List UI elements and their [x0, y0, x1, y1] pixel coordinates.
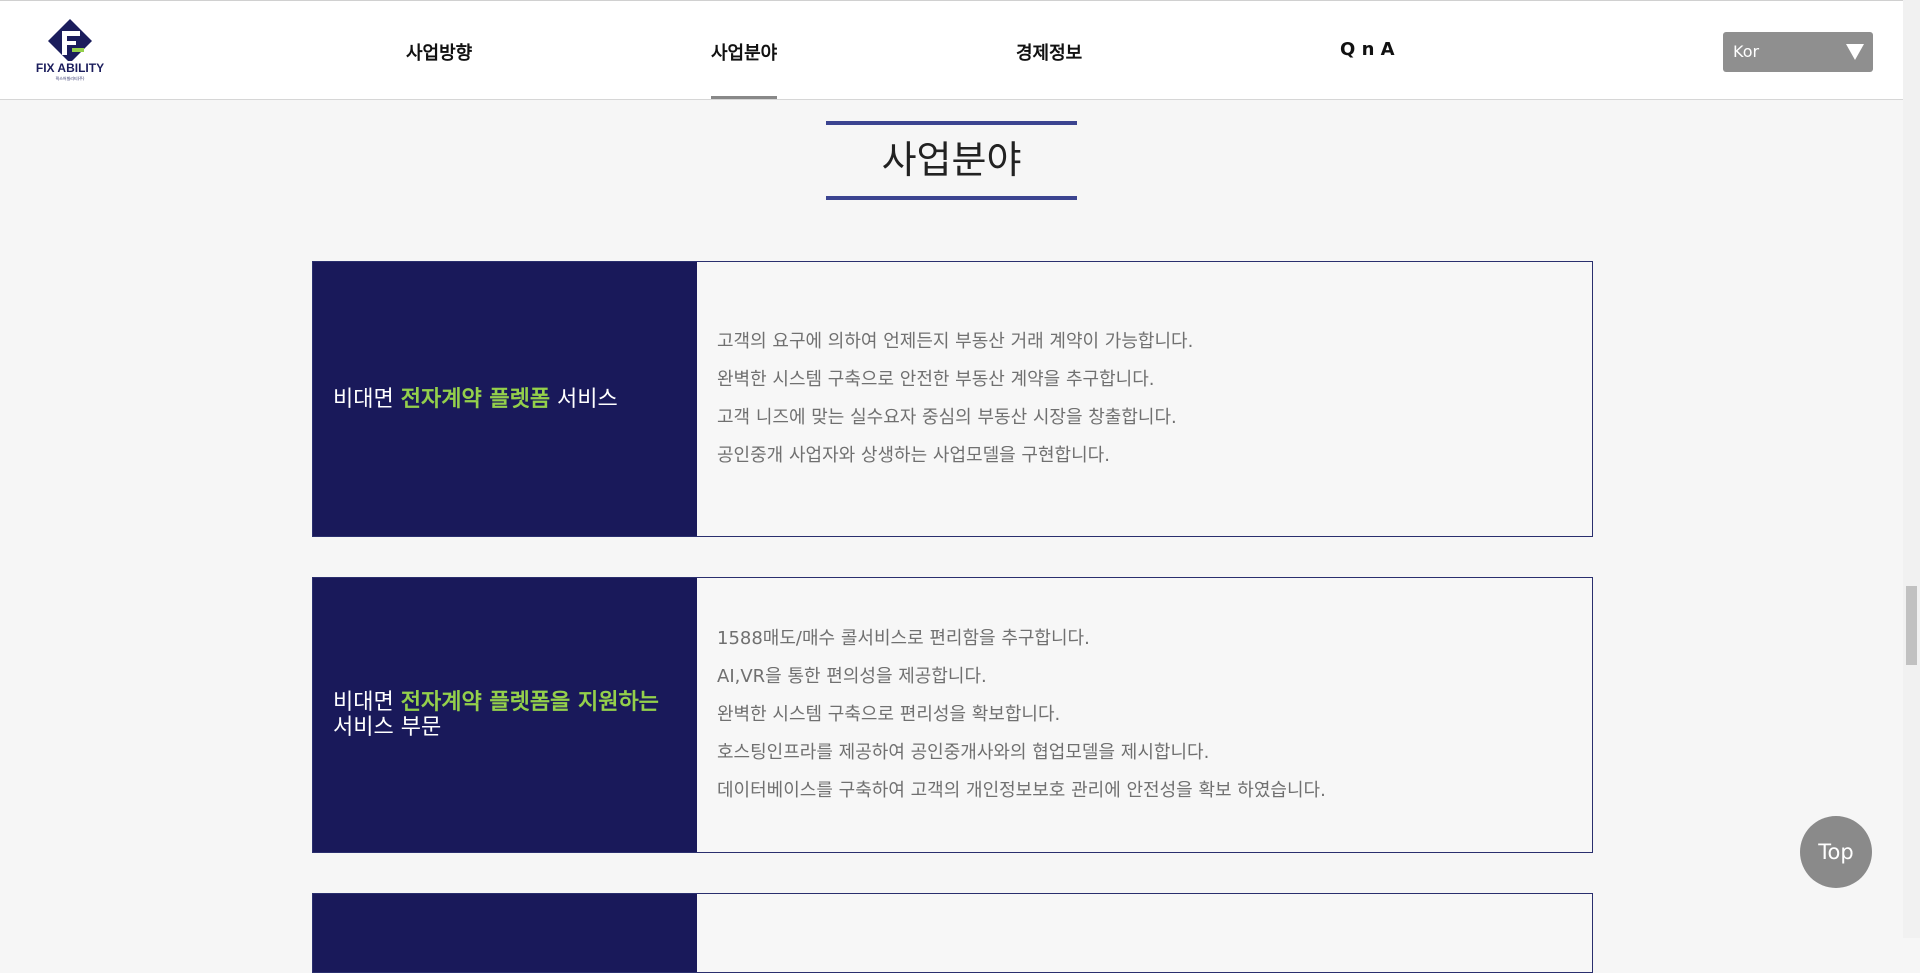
- card-line: 완벽한 시스템 구축으로 편리성을 확보합니다.: [717, 704, 1061, 725]
- card-line: AI,VR을 통한 편의성을 제공합니다.: [717, 666, 987, 687]
- card-heading-post: 서비스: [550, 386, 618, 412]
- card-heading-panel: 비대면 전자계약 플렛폼을 지원하는 서비스 부문: [313, 578, 697, 852]
- scrollbar-thumb[interactable]: [1906, 586, 1917, 665]
- service-card: 비대면 전자계약 플렛폼 서비스 고객의 요구에 의하여 언제든지 부동산 거래…: [312, 261, 1593, 537]
- page-scrollbar[interactable]: [1903, 0, 1920, 938]
- scroll-top-button[interactable]: Top: [1800, 816, 1872, 888]
- card-line: 공인중개 사업자와 상생하는 사업모델을 구현합니다.: [717, 445, 1110, 466]
- service-card: 비대면 전자계약 플렛폼을 지원하는 서비스 부문 1588매도/매수 콜서비스…: [312, 577, 1593, 853]
- card-line: 고객의 요구에 의하여 언제든지 부동산 거래 계약이 가능합니다.: [717, 331, 1194, 352]
- card-description: 1588매도/매수 콜서비스로 편리함을 추구합니다. AI,VR을 통한 편의…: [697, 578, 1592, 852]
- card-line: 1588매도/매수 콜서비스로 편리함을 추구합니다.: [717, 628, 1090, 649]
- service-card-partial: [312, 893, 1593, 973]
- card-heading: 비대면 전자계약 플렛폼을 지원하는 서비스 부문: [333, 690, 677, 740]
- card-heading-post: 서비스 부문: [333, 715, 442, 740]
- site-header: FIX ABILITY 픽스어빌리티(주) 사업방향 사업분야 경제정보 Q n…: [0, 0, 1903, 100]
- nav-item-business-fields[interactable]: 사업분야: [711, 39, 778, 99]
- section-title-frame: 사업분야: [826, 121, 1077, 200]
- language-select[interactable]: Kor: [1723, 32, 1873, 72]
- card-heading-panel: [313, 894, 697, 972]
- card-heading-highlight: 전자계약 플렛폼을 지원하는: [400, 690, 659, 715]
- nav-item-qna[interactable]: Q n A: [1340, 39, 1395, 60]
- logo-subtext: 픽스어빌리티(주): [55, 76, 85, 81]
- nav-item-economic-info[interactable]: 경제정보: [1016, 39, 1082, 65]
- logo[interactable]: FIX ABILITY 픽스어빌리티(주): [28, 17, 112, 85]
- card-line: 고객 니즈에 맞는 실수요자 중심의 부동산 시장을 창출합니다.: [717, 407, 1177, 428]
- card-line: 데이터베이스를 구축하여 고객의 개인정보보호 관리에 안전성을 확보 하였습니…: [717, 780, 1326, 801]
- card-heading-pre: 비대면: [333, 386, 401, 412]
- card-heading: 비대면 전자계약 플렛폼 서비스: [333, 387, 618, 412]
- triangle-down-icon: [1846, 44, 1864, 60]
- language-select-value: Kor: [1733, 42, 1760, 61]
- card-line: 호스팅인프라를 제공하여 공인중개사와의 협업모델을 제시합니다.: [717, 742, 1210, 763]
- nav-item-business-direction[interactable]: 사업방향: [406, 39, 472, 65]
- card-heading-pre: 비대면: [333, 690, 401, 715]
- card-description: 고객의 요구에 의하여 언제든지 부동산 거래 계약이 가능합니다. 완벽한 시…: [697, 262, 1592, 536]
- logo-text: FIX ABILITY: [35, 61, 105, 75]
- card-heading-highlight: 전자계약 플렛폼: [400, 386, 551, 412]
- page-title: 사업분야: [881, 138, 1022, 182]
- logo-mark-icon: [48, 19, 92, 61]
- card-line: 완벽한 시스템 구축으로 안전한 부동산 계약을 추구합니다.: [717, 369, 1155, 390]
- card-heading-panel: 비대면 전자계약 플렛폼 서비스: [313, 262, 697, 536]
